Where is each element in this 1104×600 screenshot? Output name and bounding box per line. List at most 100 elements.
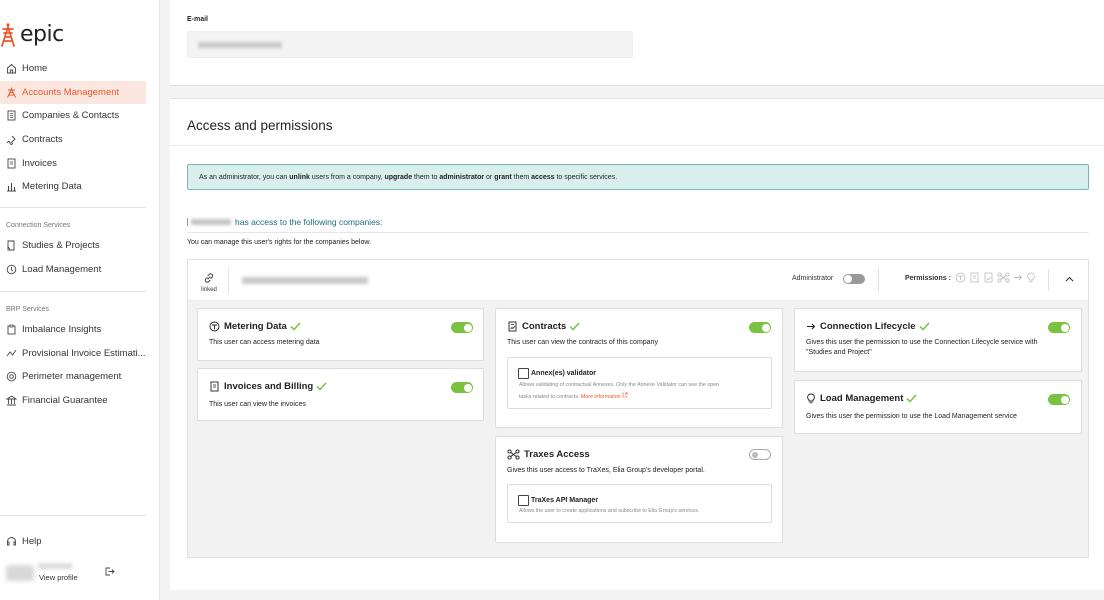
traxes-api-manager-option: TraXes API Manager Allows the user to cr…: [507, 484, 772, 523]
service-description: This user can view the contracts of this…: [507, 339, 658, 346]
info-text-segment: them: [511, 173, 532, 181]
check-icon: [906, 394, 917, 403]
nav-item-accounts-management[interactable]: Accounts Management: [0, 80, 146, 105]
invoice-icon: [970, 272, 979, 283]
info-text-segment: or: [484, 173, 495, 181]
annex-validator-option: Annex(es) validator Allows validating of…: [507, 357, 772, 409]
has-access-text: has access to the following companies:: [235, 217, 383, 227]
more-information-link[interactable]: More information: [581, 392, 628, 400]
sidebar: epic Home Accounts Management Companies …: [0, 0, 160, 600]
service-title: Metering Data: [209, 321, 301, 332]
service-title: Load Management: [806, 393, 917, 404]
company-name-redacted: [242, 277, 368, 284]
invoice-icon: [209, 381, 220, 392]
nav-item-invoices[interactable]: Invoices: [0, 151, 146, 175]
study-icon: [6, 240, 17, 251]
lightbulb-icon: [1027, 272, 1035, 283]
connection-services-nav: Studies & Projects Load Management: [0, 234, 146, 281]
manage-rights-text: You can manage this user's rights for th…: [187, 239, 371, 246]
connection-lifecycle-toggle[interactable]: [1048, 322, 1070, 333]
service-title-text: Contracts: [522, 321, 567, 332]
annex-validator-desc-text: tasks related to contracts.: [519, 394, 580, 400]
link-icon: [204, 273, 214, 283]
arrow-right-icon: [1014, 274, 1023, 281]
nav-label: Studies & Projects: [22, 240, 100, 252]
nav-item-load-management[interactable]: Load Management: [0, 258, 146, 282]
nav-item-home[interactable]: Home: [0, 57, 146, 81]
info-text-segment: users from a company,: [309, 173, 385, 181]
profile-name-redacted: [38, 563, 72, 569]
nav-item-contracts[interactable]: Contracts: [0, 128, 146, 152]
service-title-text: Metering Data: [224, 321, 287, 332]
load-icon: [6, 264, 17, 275]
load-management-toggle[interactable]: [1048, 394, 1070, 405]
nav-label: Load Management: [22, 263, 102, 275]
contract-icon: [984, 272, 993, 283]
annex-validator-checkbox[interactable]: [518, 368, 529, 379]
service-title-text: Connection Lifecycle: [820, 321, 916, 332]
service-description-line: Gives this user the permission to use th…: [806, 339, 1038, 346]
nav-item-studies-projects[interactable]: Studies & Projects: [0, 234, 146, 258]
main-nav: Home Accounts Management Companies & Con…: [0, 57, 146, 199]
administrator-toggle[interactable]: [843, 274, 865, 284]
linked-status[interactable]: linked: [198, 272, 220, 293]
service-description: Gives this user access to TraXes, Elia G…: [507, 467, 705, 474]
nav-label: Imbalance Insights: [22, 324, 102, 336]
annex-validator-title[interactable]: Annex(es) validator: [518, 368, 596, 379]
linked-label: linked: [201, 287, 217, 293]
nav-item-help[interactable]: Help: [0, 530, 146, 554]
traxes-access-toggle[interactable]: [749, 449, 771, 460]
nav-section-connection-services: Connection Services: [6, 222, 71, 229]
info-text-segment: access: [531, 173, 555, 181]
nav-item-financial-guarantee[interactable]: Financial Guarantee: [0, 389, 146, 413]
email-value-redacted: [198, 42, 282, 48]
bank-icon: [6, 395, 17, 406]
nav-section-brp-services: BRP Services: [6, 306, 50, 313]
info-text-segment: unlink: [289, 173, 310, 181]
metering-data-toggle[interactable]: [451, 322, 473, 333]
epic-logo[interactable]: epic: [0, 22, 64, 47]
invoice-icon: [6, 158, 17, 169]
nav-item-companies-contacts[interactable]: Companies & Contacts: [0, 104, 146, 128]
user-profile[interactable]: View profile: [6, 563, 115, 582]
nav-label: Perimeter management: [22, 371, 122, 383]
company-panel: linked Administrator Permissions : Meter…: [187, 259, 1089, 558]
annex-validator-desc-line: Allows validating of contractual Annexes…: [519, 382, 720, 388]
nav-divider: [0, 291, 146, 292]
nav-item-provisional-invoice-estimation[interactable]: Provisional Invoice Estimati...: [0, 342, 146, 366]
contract-icon: [507, 321, 518, 332]
check-icon: [569, 322, 580, 331]
brand-name: epic: [20, 22, 64, 47]
nav-item-imbalance-insights[interactable]: Imbalance Insights: [0, 318, 146, 342]
service-description: This user can access metering data: [209, 339, 320, 346]
logout-icon[interactable]: [104, 564, 115, 582]
access-heading: has access to the following companies:: [187, 217, 382, 227]
collapse-button[interactable]: [1063, 273, 1075, 285]
nav-item-perimeter-management[interactable]: Perimeter management: [0, 365, 146, 389]
annex-validator-label: Annex(es) validator: [531, 370, 596, 377]
brp-services-nav: Imbalance Insights Provisional Invoice E…: [0, 318, 146, 412]
traxes-api-manager-description: Allows the user to create applications a…: [519, 508, 700, 514]
info-text-segment: them to: [412, 173, 440, 181]
contracts-toggle[interactable]: [749, 322, 771, 333]
service-title: Invoices and Billing: [209, 381, 327, 392]
divider: [1048, 269, 1049, 291]
traxes-icon: [507, 449, 520, 460]
service-title: Contracts: [507, 321, 580, 332]
service-description: This user can view the invoices: [209, 401, 306, 408]
divider: [170, 145, 1104, 146]
divider: [228, 268, 229, 294]
access-permissions-card: Access and permissions As an administrat…: [170, 98, 1104, 590]
service-card-traxes-access: Traxes Access Gives this user access to …: [495, 436, 783, 543]
email-field[interactable]: [187, 31, 633, 58]
service-description: Gives this user the permission to use th…: [806, 413, 1017, 420]
contract-icon: [6, 134, 17, 146]
annex-validator-description: Allows validating of contractual Annexes…: [519, 379, 719, 403]
nav-label: Invoices: [22, 157, 57, 169]
view-profile-link[interactable]: View profile: [39, 573, 78, 582]
user-name-redacted: [191, 219, 231, 225]
invoices-billing-toggle[interactable]: [451, 382, 473, 393]
external-link-icon: [622, 392, 628, 398]
administrator-label: Administrator: [792, 275, 834, 282]
nav-item-metering-data[interactable]: Metering Data: [0, 175, 146, 199]
